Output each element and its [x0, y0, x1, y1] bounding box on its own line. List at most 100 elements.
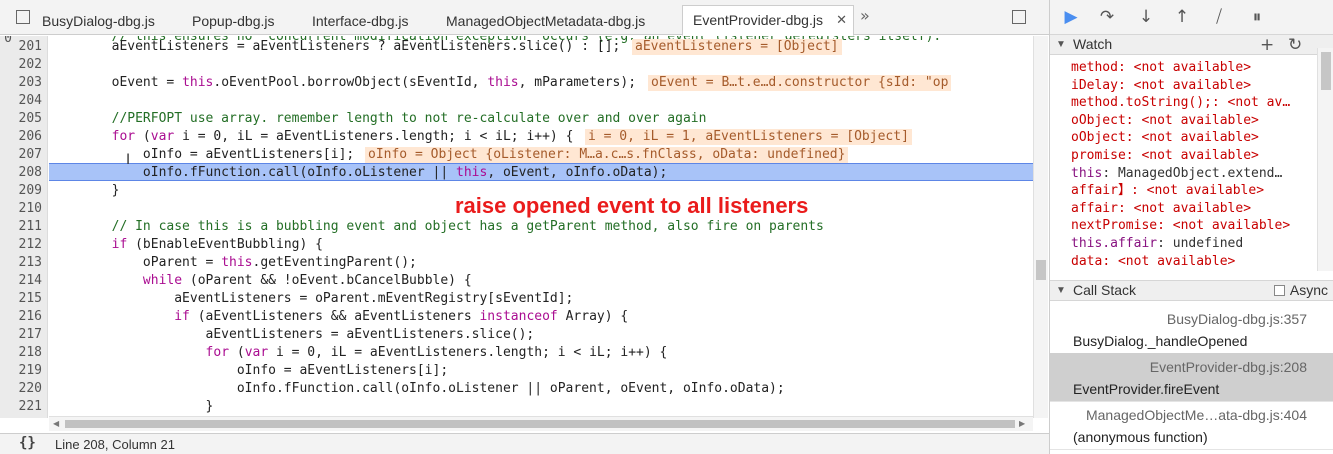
debug-toolbar: ▶ ↷ ↓ ↑ ⧸ ⏸: [1050, 0, 1333, 35]
line-number[interactable]: 212: [0, 236, 42, 254]
watch-expression[interactable]: ▶this: ManagedObject.extend…: [1071, 165, 1316, 183]
call-frame[interactable]: BusyDialog-dbg.js:357 BusyDialog._handleO…: [1050, 305, 1333, 354]
step-out-icon[interactable]: ↑: [1171, 6, 1193, 28]
call-stack-section-header[interactable]: ▼ Call Stack Async: [1050, 280, 1333, 301]
frame-location[interactable]: BusyDialog-dbg.js:357: [1167, 311, 1307, 327]
watch-name: nextPromise: [1071, 218, 1158, 234]
line-number[interactable]: 220: [0, 380, 42, 398]
watch-expression[interactable]: affair: <not available>: [1071, 200, 1316, 218]
line-number[interactable]: 215: [0, 290, 42, 308]
watch-expression[interactable]: promise: <not available>: [1071, 147, 1316, 165]
line-number[interactable]: 216: [0, 308, 42, 326]
more-tabs-icon[interactable]: »: [860, 6, 870, 25]
call-frame[interactable]: EventProvider-dbg.js:208 EventProvider.fi…: [1050, 353, 1333, 402]
code-text: }: [49, 399, 214, 414]
scrollbar-thumb[interactable]: [1321, 52, 1331, 90]
line-number[interactable]: 209: [0, 182, 42, 200]
code-line: if (aEventListeners && aEventListeners i…: [49, 308, 1033, 326]
step-into-icon[interactable]: ↓: [1135, 6, 1157, 28]
code-text: // In case this is a bubbling event and …: [49, 219, 824, 234]
watch-expression[interactable]: nextPromise: <not available>: [1071, 217, 1316, 235]
line-number[interactable]: 203: [0, 74, 42, 92]
line-number[interactable]: 204: [0, 92, 42, 110]
line-number[interactable]: 210: [0, 200, 42, 218]
expand-arrow-icon: ▼: [1056, 285, 1066, 296]
watch-expression[interactable]: oObject: <not available>: [1071, 112, 1316, 130]
code-line: oParent = this.getEventingParent();: [49, 254, 1033, 272]
scroll-left-icon[interactable]: ◀: [53, 419, 59, 428]
deactivate-breakpoints-icon[interactable]: ⧸: [1208, 6, 1230, 28]
add-watch-icon[interactable]: +: [1260, 35, 1274, 55]
watch-name: oObject: [1071, 112, 1126, 128]
tab-label: Interface-dbg.js: [312, 13, 409, 29]
line-number[interactable]: 222: [0, 416, 42, 418]
watch-expression[interactable]: this.affair: undefined: [1071, 235, 1316, 253]
watch-separator: :: [1125, 130, 1142, 146]
tab-eventprovider[interactable]: EventProvider-dbg.js ✕: [682, 5, 854, 36]
code-line: oInfo = aEventListeners[i]; oInfo = Objec…: [49, 146, 1033, 164]
code-line: }: [49, 398, 1033, 416]
frame-location[interactable]: ManagedObjectMe…ata-dbg.js:404: [1086, 407, 1307, 423]
scroll-right-icon[interactable]: ▶: [1019, 419, 1025, 428]
line-number[interactable]: 207: [0, 146, 42, 164]
refresh-watch-icon[interactable]: ↻: [1288, 35, 1302, 55]
code-line: aEventListeners = aEventListeners.slice(…: [49, 326, 1033, 344]
watch-expression[interactable]: data: <not available>: [1071, 253, 1316, 271]
close-tab-icon[interactable]: ✕: [836, 6, 847, 34]
line-number[interactable]: 201: [0, 38, 42, 56]
call-stack-list: BusyDialog-dbg.js:357 BusyDialog._handleO…: [1050, 305, 1333, 454]
watch-list: method: <not available> iDelay: <not avai…: [1050, 59, 1316, 271]
line-number[interactable]: 214: [0, 272, 42, 290]
line-number[interactable]: 217: [0, 326, 42, 344]
watch-name: data: [1071, 253, 1103, 269]
code-editor[interactable]: // this ensures no 'concurrent modificat…: [49, 36, 1033, 418]
line-number[interactable]: 218: [0, 344, 42, 362]
watch-value: <not available>: [1133, 200, 1252, 216]
toggle-navigator-icon[interactable]: [16, 10, 30, 24]
code-text: }: [49, 183, 120, 198]
tab-busydialog[interactable]: BusyDialog-dbg.js: [42, 7, 155, 35]
code-line: //PERFOPT use array. remember length to …: [49, 110, 1033, 128]
code-vertical-scrollbar[interactable]: [1033, 36, 1048, 418]
line-number[interactable]: 213: [0, 254, 42, 272]
line-number[interactable]: 206: [0, 128, 42, 146]
watch-section-header[interactable]: ▼ Watch + ↻: [1050, 34, 1333, 55]
watch-expression[interactable]: oObject: <not available>: [1071, 129, 1316, 147]
code-horizontal-scrollbar[interactable]: ◀ ▶: [49, 416, 1033, 431]
toggle-debugger-icon[interactable]: [1012, 10, 1026, 24]
watch-name: method: [1071, 60, 1118, 75]
code-line: oEvent = this.oEventPool.borrowObject(sE…: [49, 74, 1033, 92]
code-text: oEvent = this.oEventPool.borrowObject(sE…: [49, 75, 637, 90]
watch-expression[interactable]: affair】: <not available>: [1071, 182, 1316, 200]
line-number[interactable]: 221: [0, 398, 42, 416]
scrollbar-thumb[interactable]: [65, 420, 1015, 428]
code-line: // In case this is a bubbling event and …: [49, 218, 1033, 236]
code-text: while (oParent && !oEvent.bCancelBubble)…: [142, 273, 472, 288]
watch-separator: :: [1117, 77, 1134, 93]
line-number[interactable]: 208: [0, 164, 42, 182]
line-number-gutter[interactable]: 0 201 202 203 204 205 206 207 208 209 210 211 212 21…: [0, 36, 48, 418]
tab-managedobjectmetadata[interactable]: ManagedObjectMetadata-dbg.js: [446, 7, 645, 35]
call-frame[interactable]: ManagedObjectMe…ata-dbg.js:404 (anonymous…: [1050, 401, 1333, 450]
current-execution-line: oInfo.fFunction.call(oInfo.oListener || …: [49, 163, 1033, 181]
editor-tab-bar: BusyDialog-dbg.js Popup-dbg.js Interface…: [0, 0, 1049, 36]
async-checkbox[interactable]: Async: [1273, 281, 1328, 300]
frame-location[interactable]: EventProvider-dbg.js:208: [1150, 359, 1307, 375]
checkbox-icon[interactable]: [1273, 285, 1285, 296]
watch-scrollbar[interactable]: [1317, 48, 1333, 271]
line-number[interactable]: 219: [0, 362, 42, 380]
pretty-print-button[interactable]: {}: [19, 435, 36, 451]
watch-expression[interactable]: method: <not available>: [1071, 59, 1316, 77]
watch-name: this.affair: [1071, 236, 1158, 251]
line-number[interactable]: 202: [0, 56, 42, 74]
watch-expression[interactable]: method.toString();: <not av…: [1071, 94, 1316, 112]
scrollbar-thumb[interactable]: [1036, 260, 1046, 280]
watch-expression[interactable]: iDelay: <not available>: [1071, 77, 1316, 95]
pause-on-exceptions-icon[interactable]: ⏸: [1246, 6, 1268, 28]
line-number[interactable]: 211: [0, 218, 42, 236]
resume-icon[interactable]: ▶: [1060, 6, 1082, 28]
tab-interface[interactable]: Interface-dbg.js: [312, 7, 409, 35]
tab-popup[interactable]: Popup-dbg.js: [192, 7, 275, 35]
step-over-icon[interactable]: ↷: [1096, 6, 1118, 28]
line-number[interactable]: 205: [0, 110, 42, 128]
